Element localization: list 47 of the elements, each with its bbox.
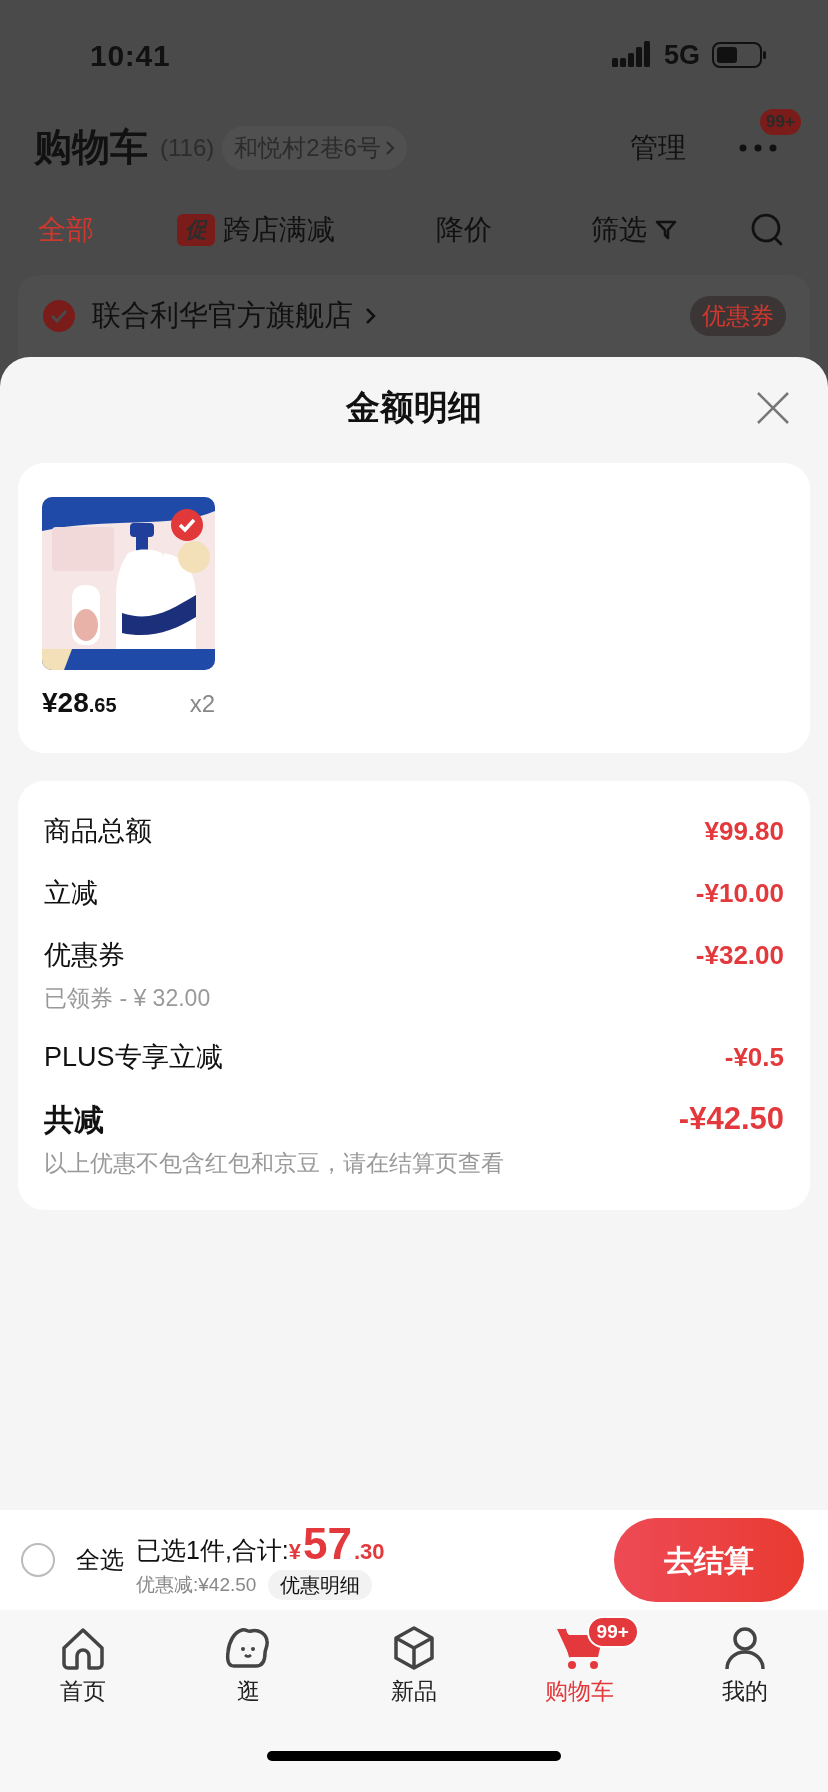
summary-text: 已选1件,合计:	[136, 1535, 289, 1567]
more-icon[interactable]	[738, 142, 778, 153]
network-label: 5G	[663, 38, 700, 72]
discount-detail-button[interactable]: 优惠明细	[268, 1569, 373, 1600]
notification-badge: 99+	[586, 1616, 639, 1648]
manage-button[interactable]: 管理	[630, 126, 686, 169]
product-price: ¥28.65	[42, 686, 117, 720]
signal-icon	[611, 41, 652, 69]
total-price: ¥57.30	[288, 1520, 385, 1569]
amount-text: -¥10.00	[695, 876, 784, 910]
filter-tab[interactable]: 筛选	[590, 209, 751, 251]
amount-text: ¥99.80	[704, 814, 784, 848]
notification-badge: 99+	[760, 108, 801, 135]
store-checkbox[interactable]	[42, 299, 76, 333]
page-title: 购物车	[34, 125, 148, 170]
promo-tag: 促	[177, 214, 216, 246]
note-text: 以上优惠不包含红包和京豆，请在结算页查看	[44, 1148, 505, 1178]
nav-tab[interactable]: 首页	[0, 1614, 166, 1709]
close-icon[interactable]	[756, 391, 790, 425]
chevron-icon	[384, 139, 395, 156]
select-all-checkbox[interactable]	[20, 1542, 56, 1578]
amount-text: -¥42.50	[678, 1100, 784, 1139]
nav-tab[interactable]: 我的	[662, 1614, 828, 1709]
time-text: 10:41	[90, 37, 171, 74]
checkout-button[interactable]: 去结算	[614, 1518, 804, 1602]
row-label: 立减	[44, 876, 98, 910]
nav-tab[interactable]: 99+ 购物车	[496, 1614, 663, 1709]
filter-icon	[654, 219, 677, 241]
coupon-button[interactable]: 优惠券	[690, 296, 786, 336]
discount-text: 优惠减:¥42.50	[136, 1572, 257, 1597]
nav-tab[interactable]: 新品	[331, 1614, 497, 1709]
row-label: 商品总额	[44, 814, 152, 848]
total-label: 共减	[44, 1102, 104, 1138]
nav-tab[interactable]: 逛	[165, 1614, 332, 1709]
amount-text: -¥0.5	[724, 1041, 784, 1074]
row-label: 优惠券	[44, 938, 125, 972]
filter-tab[interactable]: 降价	[436, 209, 591, 251]
select-all-label[interactable]: 全选	[76, 1542, 124, 1578]
filter-tab[interactable]: 促 跨店满减	[177, 209, 437, 251]
store-name[interactable]: 联合利华官方旗舰店	[92, 294, 353, 338]
quantity-text: x2	[189, 689, 215, 719]
amount-text: -¥32.00	[695, 938, 784, 972]
sheet-title: 金额明细	[346, 386, 482, 428]
chevron-icon	[365, 306, 377, 326]
row-label: PLUS专享立减	[44, 1041, 223, 1075]
note-text: 已领券 - ¥ 32.00	[44, 984, 212, 1013]
battery-icon	[712, 42, 768, 68]
